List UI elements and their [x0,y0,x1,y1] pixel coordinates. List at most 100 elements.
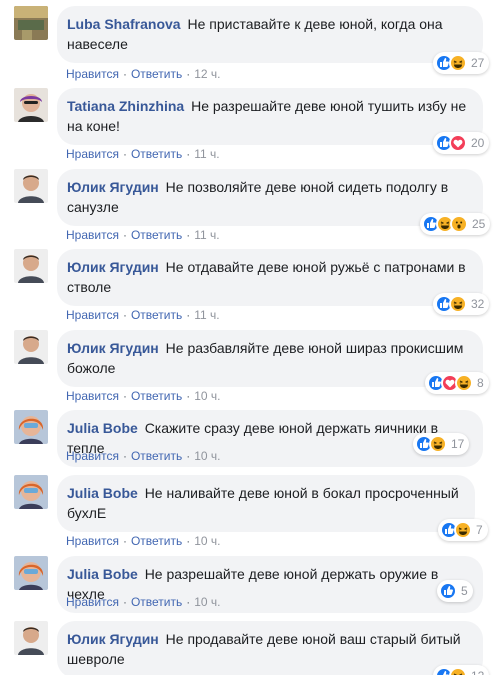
comment-timestamp[interactable]: 11 ч. [194,147,219,161]
comment-author[interactable]: Luba Shafranova [67,16,181,32]
comment-author[interactable]: Julia Bobe [67,485,138,501]
haha-icon [449,54,467,72]
separator: · [186,534,191,548]
comment: Юлик Ягудин Не отдавайте деве юной ружьё… [0,245,500,326]
comment-author[interactable]: Юлик Ягудин [67,259,159,275]
separator: · [122,449,127,463]
comment-timestamp[interactable]: 10 ч. [194,449,220,463]
comment: Юлик Ягудин Не продавайте деве юной ваш … [0,617,500,675]
haha-icon [449,666,467,675]
comment-author[interactable]: Юлик Ягудин [67,631,159,647]
reaction-count: 20 [471,136,485,150]
avatar[interactable] [14,555,48,590]
haha-icon [429,435,447,453]
comment-timestamp[interactable]: 11 ч. [194,308,219,322]
reply-link[interactable]: Ответить [131,595,182,609]
comment-actions: Нравится · Ответить · 10 ч. [66,448,221,464]
comment-bubble: Юлик Ягудин Не отдавайте деве юной ружьё… [57,249,483,306]
separator: · [122,308,127,322]
like-link[interactable]: Нравится [66,147,119,161]
comment-timestamp[interactable]: 10 ч. [194,534,220,548]
separator: · [186,67,191,81]
comment-actions: Нравится · Ответить · 11 ч. [66,307,220,323]
reactions-summary[interactable]: 7 [438,519,488,541]
comment-bubble: Luba Shafranova Не приставайте к деве юн… [57,6,483,63]
comment-timestamp[interactable]: 10 ч. [194,389,220,403]
reaction-count: 25 [472,216,486,231]
like-link[interactable]: Нравится [66,67,119,81]
love-icon [449,134,467,152]
comment: Julia Bobe Не наливайте деве юной в бока… [0,471,500,552]
comment-author[interactable]: Юлик Ягудин [67,340,159,356]
comment-timestamp[interactable]: 12 ч. [194,67,220,81]
separator: · [186,594,191,609]
like-link[interactable]: Нравится [66,595,119,609]
reaction-count: 5 [461,583,468,598]
like-link[interactable]: Нравится [66,228,119,242]
like-link[interactable]: Нравится [66,308,119,322]
reactions-summary[interactable]: 27 [433,52,490,74]
reactions-summary[interactable]: 12 [433,664,490,675]
comment: Julia Bobe Скажите сразу деве юной держа… [0,406,500,471]
reply-link[interactable]: Ответить [131,228,182,242]
comment-author[interactable]: Julia Bobe [67,420,138,436]
reaction-count: 7 [476,523,483,537]
reply-link[interactable]: Ответить [131,67,182,81]
comment-actions: Нравится · Ответить · 10 ч. [66,388,221,404]
comment-timestamp[interactable]: 10 ч. [194,595,220,609]
comment-bubble: Юлик Ягудин Не позволяйте деве юной сиде… [57,168,483,226]
separator: · [186,388,191,403]
wow-icon [450,214,468,233]
avatar[interactable] [14,329,48,364]
comment-actions: Нравится · Ответить · 12 ч. [66,66,221,82]
comment: Юлик Ягудин Не позволяйте деве юной сиде… [0,165,500,246]
reactions-summary[interactable]: 25 [420,212,491,235]
avatar[interactable] [14,475,48,509]
like-link[interactable]: Нравится [66,389,119,403]
comment-author[interactable]: Julia Bobe [67,566,138,582]
reply-link[interactable]: Ответить [131,389,182,403]
avatar[interactable] [14,410,48,444]
comment-bubble: Julia Bobe Не наливайте деве юной в бока… [57,475,475,532]
comment-bubble: Tatiana Zhinzhina Не разрешайте деве юно… [57,88,483,145]
reply-link[interactable]: Ответить [131,147,182,161]
comment: Luba Shafranova Не приставайте к деве юн… [0,4,500,84]
like-icon [439,581,457,600]
reactions-summary[interactable]: 32 [433,293,490,315]
separator: · [186,147,191,161]
reaction-count: 12 [471,669,484,675]
comments-feed: Luba Shafranova Не приставайте к деве юн… [0,0,500,675]
reply-link[interactable]: Ответить [131,308,182,322]
comment: Юлик Ягудин Не разбавляйте деве юной шир… [0,326,500,407]
comment-actions: Нравится · Ответить · 10 ч. [66,533,221,549]
comment-timestamp[interactable]: 11 ч. [194,228,219,242]
reactions-summary[interactable]: 8 [425,371,489,394]
reply-link[interactable]: Ответить [131,534,182,548]
separator: · [186,227,191,242]
like-link[interactable]: Нравится [66,449,119,463]
avatar[interactable] [14,249,48,283]
reactions-summary[interactable]: 17 [413,433,470,455]
reactions-summary[interactable]: 5 [437,579,473,602]
reactions-summary[interactable]: 20 [433,132,490,154]
like-link[interactable]: Нравится [66,534,119,548]
comment-author[interactable]: Tatiana Zhinzhina [67,98,184,114]
haha-icon [454,521,472,539]
avatar[interactable] [14,168,48,203]
separator: · [186,449,191,463]
comment-bubble: Юлик Ягудин Не разбавляйте деве юной шир… [57,329,483,387]
separator: · [122,147,127,161]
reply-link[interactable]: Ответить [131,449,182,463]
comment-actions: Нравится · Ответить · 11 ч. [66,146,220,162]
avatar[interactable] [14,6,48,40]
comment-actions: Нравится · Ответить · 11 ч. [66,227,220,243]
separator: · [122,534,127,548]
haha-icon [449,295,467,313]
avatar[interactable] [14,88,48,122]
comment-author[interactable]: Юлик Ягудин [67,179,159,195]
avatar[interactable] [14,620,48,655]
reaction-count: 17 [451,437,465,451]
comment-actions: Нравится · Ответить · 10 ч. [66,594,221,610]
separator: · [122,227,127,242]
separator: · [122,388,127,403]
